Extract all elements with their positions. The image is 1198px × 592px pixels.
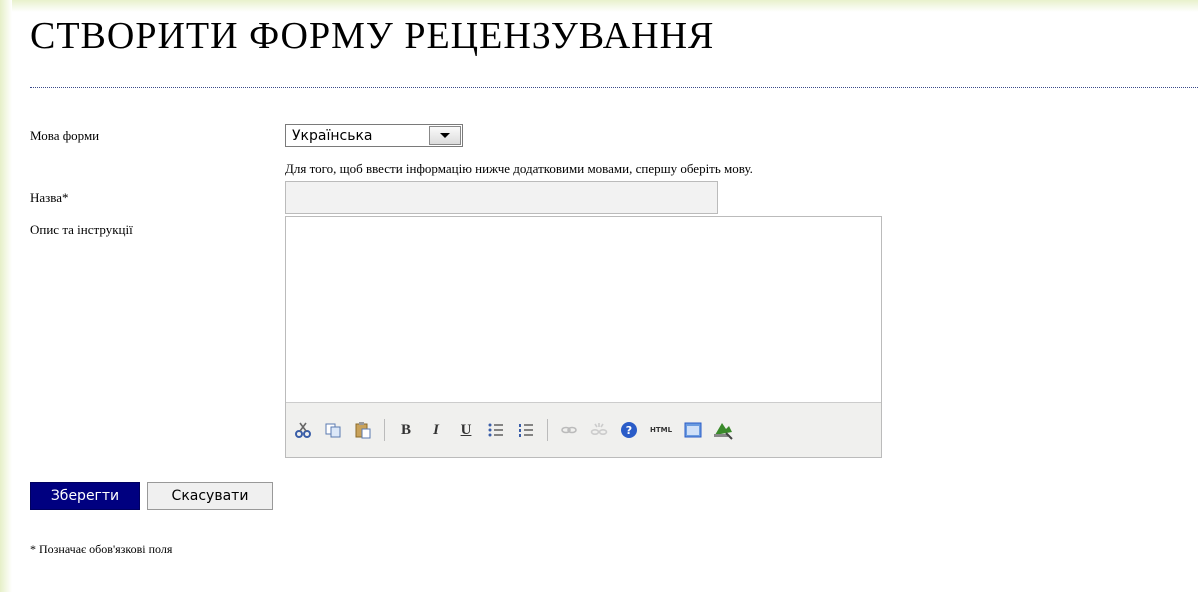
language-select[interactable]: Українська xyxy=(285,124,463,147)
svg-text:?: ? xyxy=(626,424,632,437)
description-textarea[interactable] xyxy=(286,217,881,403)
editor-toolbar: B I U ? HTML xyxy=(286,402,881,457)
fullscreen-icon[interactable] xyxy=(682,419,704,441)
bullet-list-icon[interactable] xyxy=(485,419,507,441)
link-icon[interactable] xyxy=(558,419,580,441)
bold-icon[interactable]: B xyxy=(395,419,417,441)
save-button[interactable]: Зберегти xyxy=(30,482,140,510)
help-icon[interactable]: ? xyxy=(618,419,640,441)
cut-icon[interactable] xyxy=(292,419,314,441)
unlink-icon[interactable] xyxy=(588,419,610,441)
language-select-value: Українська xyxy=(292,127,373,144)
title-input[interactable] xyxy=(285,181,718,214)
toolbar-separator xyxy=(547,419,548,441)
page-title: СТВОРИТИ ФОРМУ РЕЦЕНЗУВАННЯ xyxy=(30,15,715,57)
language-label: Мова форми xyxy=(30,128,100,143)
description-label: Опис та інструкції xyxy=(30,222,133,237)
title-divider xyxy=(30,87,1198,88)
copy-icon[interactable] xyxy=(322,419,344,441)
page: СТВОРИТИ ФОРМУ РЕЦЕНЗУВАННЯ Мова форми У… xyxy=(0,0,1198,592)
toolbar-separator xyxy=(384,419,385,441)
chevron-down-icon[interactable] xyxy=(429,126,461,145)
html-icon[interactable]: HTML xyxy=(648,419,674,441)
underline-icon[interactable]: U xyxy=(455,419,477,441)
paste-icon[interactable] xyxy=(352,419,374,441)
required-fields-note: * Позначає обов'язкові поля xyxy=(30,542,173,556)
image-icon[interactable] xyxy=(712,419,734,441)
title-label: Назва* xyxy=(30,190,69,205)
description-editor: B I U ? HTML xyxy=(285,216,882,458)
language-help-text: Для того, щоб ввести інформацію нижче до… xyxy=(285,161,753,176)
cancel-button[interactable]: Скасувати xyxy=(147,482,273,510)
italic-icon[interactable]: I xyxy=(425,419,447,441)
numbered-list-icon[interactable] xyxy=(515,419,537,441)
